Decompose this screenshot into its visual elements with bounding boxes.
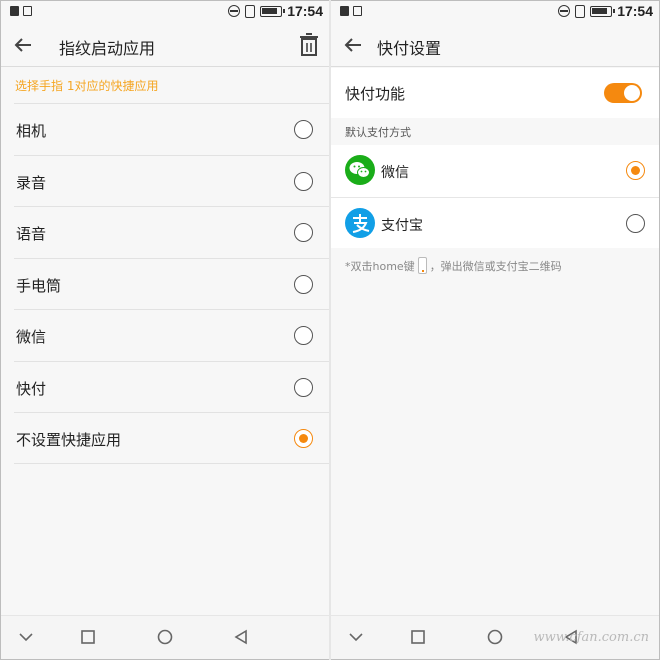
option-label: 录音 [16, 173, 47, 192]
back-arrow-icon[interactable] [11, 33, 35, 57]
image-notification-icon [340, 6, 349, 16]
option-row-quickpay[interactable]: 快付 [14, 360, 329, 413]
file-notification-icon [353, 6, 362, 16]
toolbar: 指纹启动应用 [1, 23, 329, 67]
option-label: 相机 [16, 122, 47, 140]
option-row-recorder[interactable]: 录音 [14, 154, 329, 207]
footnote: *双击home键 ，弹出微信或支付宝二维码 [345, 257, 562, 274]
notification-icons [10, 6, 32, 16]
hide-nav-chevron-icon[interactable] [347, 628, 365, 646]
option-row-camera[interactable]: 相机 [14, 103, 329, 155]
home-circle-icon[interactable] [156, 628, 174, 646]
payment-label: 支付宝 [381, 217, 423, 234]
section-header: 默认支付方式 [345, 126, 411, 139]
hide-nav-chevron-icon[interactable] [17, 628, 35, 646]
radio-button[interactable] [294, 377, 313, 397]
toolbar: 快付设置 [331, 23, 659, 67]
phone-home-icon [417, 257, 427, 274]
radio-button[interactable] [294, 171, 313, 191]
option-row-voice[interactable]: 语音 [14, 206, 329, 258]
payment-row-alipay[interactable]: 支付宝 [331, 196, 659, 249]
finger-hint: 选择手指 1对应的快捷应用 [15, 79, 159, 93]
left-screen: 17:54 指纹启动应用 选择手指 1对应的快捷应用 相机 录音 语音 手电筒 … [1, 1, 329, 659]
quick-pay-label: 快付功能 [345, 85, 406, 103]
recents-square-icon[interactable] [79, 628, 97, 646]
payment-method-list: 微信 支付宝 [331, 145, 659, 248]
radio-button[interactable] [294, 120, 313, 139]
status-icons: 17:54 [558, 3, 653, 19]
back-triangle-icon[interactable] [232, 628, 250, 646]
option-label: 快付 [16, 379, 47, 398]
clock: 17:54 [287, 3, 323, 19]
back-arrow-icon[interactable] [341, 33, 365, 57]
option-label: 手电筒 [16, 276, 62, 295]
option-row-flashlight[interactable]: 手电筒 [14, 257, 329, 310]
status-icons: 17:54 [228, 3, 323, 19]
wechat-icon [345, 155, 375, 185]
payment-label: 微信 [381, 165, 409, 181]
clock: 17:54 [617, 3, 653, 19]
footnote-text-after: ，弹出微信或支付宝二维码 [429, 259, 562, 273]
right-screen: 17:54 快付设置 快付功能 默认支付方式 微信 支付宝 *双击home键 ，… [331, 1, 659, 659]
recents-square-icon[interactable] [409, 628, 427, 646]
home-circle-icon[interactable] [486, 628, 504, 646]
battery-icon [590, 5, 616, 17]
page-title: 指纹启动应用 [59, 39, 156, 58]
radio-button[interactable] [294, 326, 313, 345]
watermark: www.cfan.com.cn [533, 630, 649, 645]
option-label: 不设置快捷应用 [16, 431, 122, 449]
quick-pay-toggle[interactable] [604, 83, 642, 103]
vibrate-icon [245, 4, 256, 18]
navigation-bar [1, 615, 329, 659]
status-bar: 17:54 [331, 1, 659, 23]
notification-icons [340, 6, 362, 16]
payment-row-wechat[interactable]: 微信 [331, 145, 659, 197]
radio-button-selected[interactable] [294, 429, 313, 448]
alipay-icon [345, 207, 375, 238]
battery-icon [260, 5, 286, 17]
status-bar: 17:54 [1, 1, 329, 23]
trash-icon[interactable] [299, 33, 319, 57]
app-option-list: 相机 录音 语音 手电筒 微信 快付 不设置快捷应用 [1, 103, 329, 464]
page-title: 快付设置 [377, 39, 442, 58]
radio-button[interactable] [626, 213, 645, 233]
file-notification-icon [23, 6, 32, 16]
option-label: 语音 [16, 225, 47, 243]
radio-button-selected[interactable] [626, 161, 645, 180]
vibrate-icon [575, 4, 586, 18]
image-notification-icon [10, 6, 19, 16]
option-row-none[interactable]: 不设置快捷应用 [14, 412, 329, 464]
radio-button[interactable] [294, 274, 313, 294]
option-label: 微信 [16, 328, 47, 346]
do-not-disturb-icon [558, 5, 571, 17]
radio-button[interactable] [294, 223, 313, 242]
option-row-wechat[interactable]: 微信 [14, 309, 329, 361]
do-not-disturb-icon [228, 5, 241, 17]
footnote-text-before: *双击home键 [345, 259, 415, 273]
quick-pay-row[interactable]: 快付功能 [331, 68, 659, 118]
